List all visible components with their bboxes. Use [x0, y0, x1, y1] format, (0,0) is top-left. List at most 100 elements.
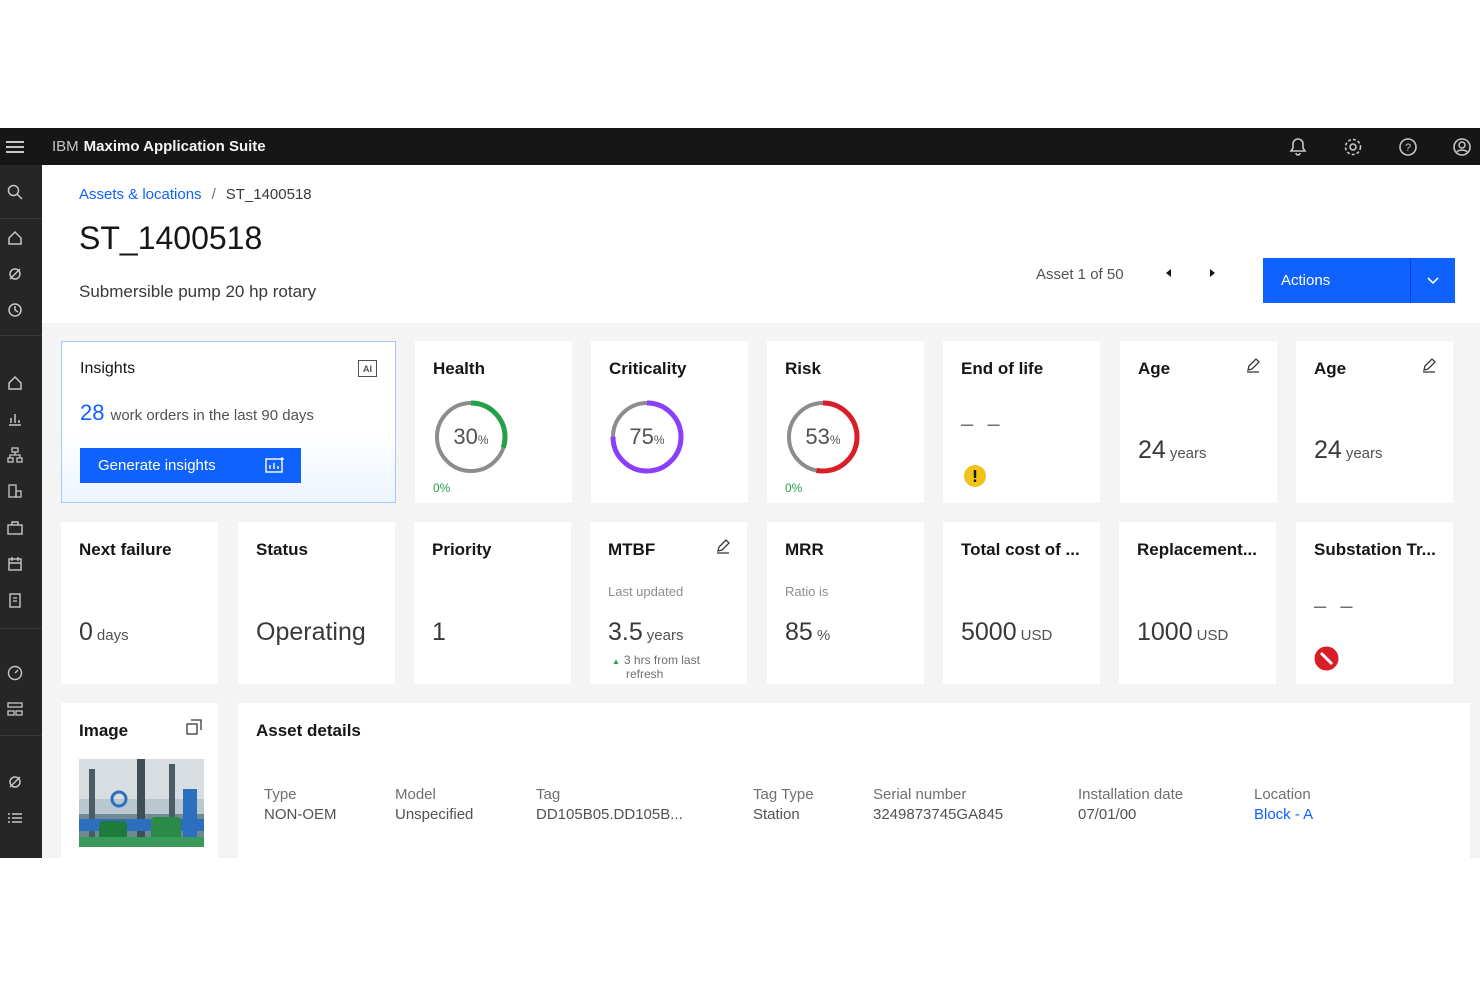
- rail-divider: [0, 735, 42, 736]
- actions-button[interactable]: Actions: [1263, 258, 1455, 303]
- blocked-icon: [1314, 646, 1339, 671]
- top-header: IBM Maximo Application Suite ?: [0, 128, 1480, 165]
- next-asset-button[interactable]: [1200, 260, 1226, 286]
- generate-insights-button[interactable]: Generate insights: [80, 448, 301, 483]
- substation-card[interactable]: Substation Tr... – –: [1296, 522, 1453, 684]
- substation-value: – –: [1314, 593, 1357, 618]
- previous-asset-button[interactable]: [1155, 260, 1181, 286]
- health-card[interactable]: Health 30% 0%: [415, 341, 572, 503]
- replacement-unit: USD: [1196, 627, 1229, 644]
- priority-card[interactable]: Priority 1: [414, 522, 571, 684]
- asset-photo[interactable]: [79, 759, 204, 847]
- criticality-unit: %: [653, 433, 665, 447]
- detail-installation-date-label: Installation date: [1078, 786, 1184, 803]
- criticality-card[interactable]: Criticality 75%: [591, 341, 748, 503]
- detail-type-label: Type: [264, 786, 297, 803]
- tag-icon[interactable]: [0, 769, 30, 795]
- list-icon[interactable]: [0, 805, 30, 831]
- mrr-number: 85: [785, 618, 813, 646]
- total-cost-number: 5000: [961, 618, 1017, 646]
- total-cost-unit: USD: [1020, 627, 1053, 644]
- mrr-card[interactable]: MRR Ratio is 85%: [767, 522, 924, 684]
- chart-icon[interactable]: [0, 406, 30, 432]
- product-brand[interactable]: IBM Maximo Application Suite: [52, 128, 266, 165]
- edit-icon[interactable]: [1243, 355, 1263, 375]
- end-of-life-title: End of life: [961, 359, 1044, 378]
- next-failure-unit: days: [96, 627, 129, 644]
- mrr-subtitle: Ratio is: [785, 584, 829, 599]
- risk-card[interactable]: Risk 53% 0%: [767, 341, 924, 503]
- calendar-icon[interactable]: [0, 551, 30, 577]
- edit-icon[interactable]: [713, 536, 733, 556]
- ai-icon: AI: [358, 360, 377, 377]
- total-cost-value: 5000 USD: [961, 618, 1052, 647]
- mtbf-note-line1: 3 hrs from last: [623, 653, 700, 667]
- replacement-card[interactable]: Replacement... 1000 USD: [1119, 522, 1276, 684]
- age-number: 24: [1138, 436, 1166, 464]
- age-card[interactable]: Age 24 years: [1120, 341, 1277, 503]
- detail-serial-number-value: 3249873745GA845: [873, 806, 1004, 823]
- history-icon[interactable]: [0, 297, 30, 323]
- mrr-value: 85%: [785, 618, 830, 647]
- asset-details-title: Asset details: [256, 721, 361, 740]
- health-value: 30%: [431, 397, 511, 477]
- status-card[interactable]: Status Operating: [238, 522, 395, 684]
- actions-label[interactable]: Actions: [1263, 258, 1411, 303]
- detail-type: Type NON-OEM: [264, 785, 337, 825]
- rail-divider: [0, 218, 42, 219]
- brand-ibm: IBM: [52, 137, 79, 155]
- page-subtitle: Submersible pump 20 hp rotary: [79, 282, 317, 301]
- menu-icon[interactable]: [0, 128, 30, 165]
- svg-text:?: ?: [1405, 142, 1411, 154]
- clipboard-icon[interactable]: [0, 587, 30, 613]
- search-icon[interactable]: [0, 179, 30, 205]
- chevron-down-icon[interactable]: [1411, 258, 1455, 303]
- settings-icon[interactable]: [1335, 128, 1371, 165]
- work-order-count[interactable]: 28: [80, 400, 104, 425]
- trend-up-icon: ▲: [612, 657, 620, 666]
- structure-icon[interactable]: [0, 696, 30, 722]
- mtbf-unit: years: [646, 627, 684, 644]
- detail-location-link[interactable]: Block - A: [1254, 805, 1313, 825]
- edit-icon[interactable]: [1419, 355, 1439, 375]
- total-cost-card[interactable]: Total cost of ... 5000 USD: [943, 522, 1100, 684]
- end-of-life-card[interactable]: End of life – –: [943, 341, 1100, 503]
- user-icon[interactable]: [1444, 128, 1480, 165]
- asset-icon[interactable]: [0, 261, 30, 287]
- home-icon[interactable]: [0, 370, 30, 396]
- detail-serial-number-label: Serial number: [873, 786, 967, 803]
- hierarchy-icon[interactable]: [0, 442, 30, 468]
- breadcrumb-parent-link[interactable]: Assets & locations: [79, 186, 202, 203]
- gauge-icon[interactable]: [0, 660, 30, 686]
- mtbf-subtitle: Last updated: [608, 584, 684, 599]
- substation-title: Substation Tr...: [1314, 540, 1436, 559]
- age-number: 24: [1314, 436, 1342, 464]
- age-title: Age: [1138, 359, 1171, 378]
- risk-change: 0%: [785, 481, 803, 495]
- page-title: ST_1400518: [79, 220, 263, 256]
- notification-icon[interactable]: [1280, 128, 1316, 165]
- toolbox-icon[interactable]: [0, 515, 30, 541]
- age-value: 24 years: [1138, 436, 1207, 465]
- risk-value: 53%: [783, 397, 863, 477]
- home-icon[interactable]: [0, 225, 30, 251]
- help-icon[interactable]: ?: [1390, 128, 1426, 165]
- asset-pager-label: Asset 1 of 50: [1036, 266, 1124, 283]
- criticality-value: 75%: [607, 397, 687, 477]
- next-failure-number: 0: [79, 618, 93, 646]
- replacement-value: 1000 USD: [1137, 618, 1228, 647]
- inventory-icon[interactable]: [0, 478, 30, 504]
- health-unit: %: [477, 433, 489, 447]
- warning-icon: [964, 465, 986, 487]
- mtbf-card[interactable]: MTBF Last updated 3.5 years ▲ 3 hrs from l…: [590, 522, 747, 684]
- risk-unit: %: [829, 433, 841, 447]
- age-card-secondary[interactable]: Age 24 years: [1296, 341, 1453, 503]
- app-frame: IBM Maximo Application Suite ? Assets & …: [0, 128, 1480, 858]
- image-card[interactable]: Image: [61, 703, 218, 858]
- detail-location-label: Location: [1254, 786, 1311, 803]
- next-failure-card[interactable]: Next failure 0 days: [61, 522, 218, 684]
- health-title: Health: [433, 359, 485, 378]
- detail-tag-value: DD105B05.DD105B...: [536, 806, 683, 823]
- open-in-new-icon[interactable]: [184, 717, 204, 737]
- mrr-unit: %: [816, 627, 831, 644]
